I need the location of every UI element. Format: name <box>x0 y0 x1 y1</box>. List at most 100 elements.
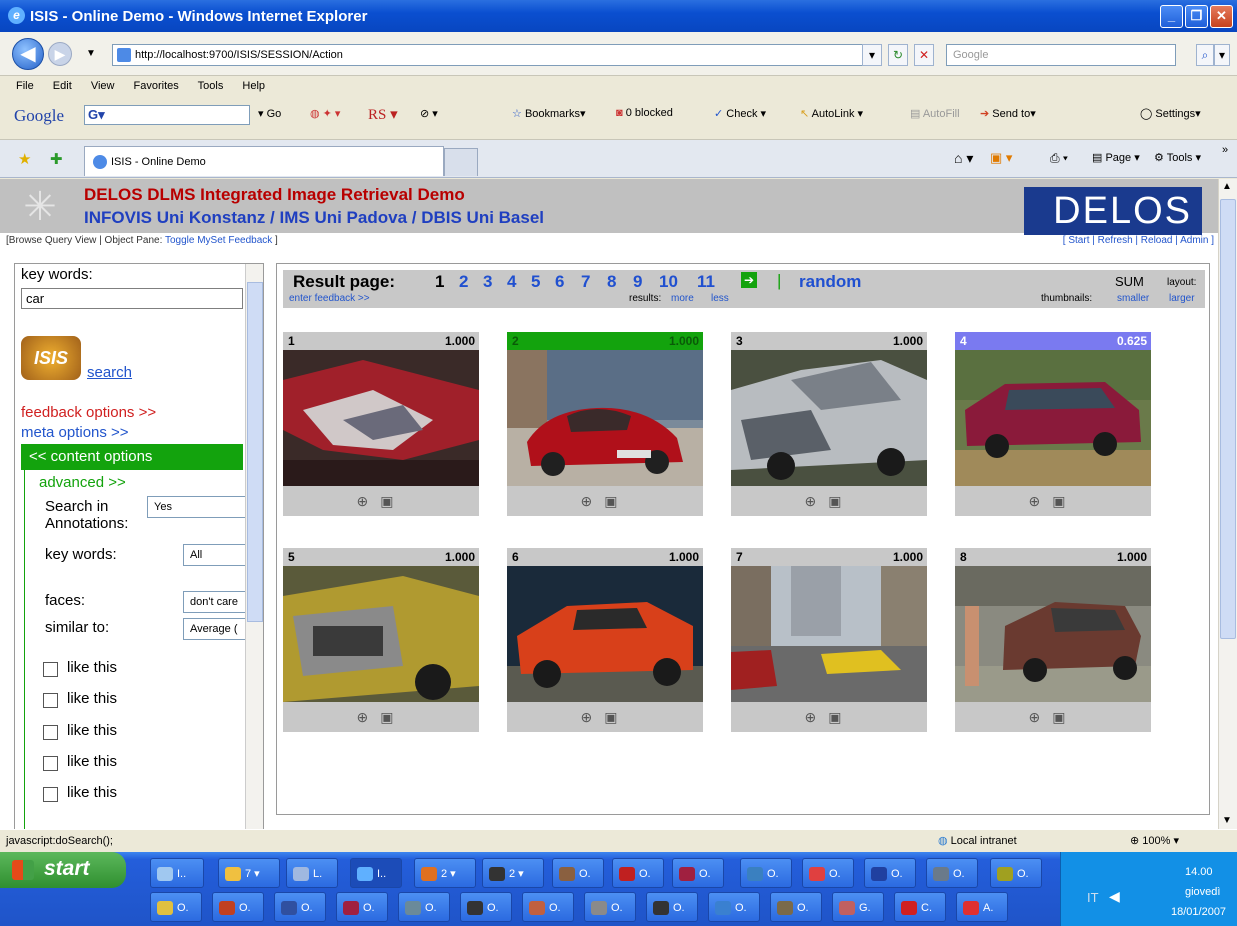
result-card[interactable]: 3 1.000 ⊕▣ <box>731 332 927 516</box>
scroll-up-icon[interactable]: ▲ <box>1222 181 1232 192</box>
taskbar-item[interactable]: O. <box>522 892 574 922</box>
like-this-checkbox[interactable] <box>43 756 58 771</box>
zoom-icon[interactable]: ⊕ <box>805 493 829 509</box>
taskbar-item-active[interactable]: I.. <box>350 858 402 888</box>
history-dropdown-icon[interactable]: ▼ <box>86 48 96 59</box>
tab-isis-online-demo[interactable]: ISIS - Online Demo <box>84 146 444 176</box>
back-button[interactable]: ◀ <box>12 38 44 70</box>
minimize-button[interactable]: _ <box>1160 5 1183 28</box>
page-link[interactable]: 1 <box>435 272 444 292</box>
page-scroll-thumb[interactable] <box>1220 199 1236 639</box>
send-to-button[interactable]: ➔ Send to▾ <box>980 107 1036 120</box>
page-link[interactable]: 10 <box>659 272 678 292</box>
autolink-button[interactable]: ↖ AutoLink ▾ <box>800 107 863 120</box>
taskbar-item[interactable]: O. <box>672 858 724 888</box>
share-button[interactable]: ⊘ ▾ <box>420 107 438 120</box>
tray-collapse-icon[interactable]: ◀ <box>1109 888 1120 905</box>
like-this-checkbox[interactable] <box>43 693 58 708</box>
page-link[interactable]: 11 <box>697 272 715 292</box>
taskbar-item[interactable]: L. <box>286 858 338 888</box>
smaller-link[interactable]: smaller <box>1117 293 1149 304</box>
similar-search-icon[interactable]: ▣ <box>1052 709 1077 725</box>
taskbar-item[interactable]: O. <box>612 858 664 888</box>
page-link[interactable]: 3 <box>483 272 492 292</box>
bookmarks-button[interactable]: ☆ Bookmarks▾ <box>512 107 586 120</box>
language-indicator[interactable]: IT <box>1087 890 1099 905</box>
less-link[interactable]: less <box>711 293 729 304</box>
taskbar-item[interactable]: A. <box>956 892 1008 922</box>
search-in-annotations-select[interactable]: Yes <box>147 496 247 518</box>
feeds-icon[interactable]: ▣ ▾ <box>990 150 1012 166</box>
content-options-header[interactable]: << content options <box>21 444 243 470</box>
toolbar-icons[interactable]: ◍ ✦ ▾ <box>310 107 340 120</box>
zoom-level[interactable]: ⊕ 100% ▾ <box>1130 834 1179 847</box>
result-card[interactable]: 7 1.000 ⊕▣ <box>731 548 927 732</box>
autofill-button[interactable]: ▤ AutoFill <box>910 107 960 120</box>
result-card[interactable]: 1 1.000 ⊕▣ <box>283 332 479 516</box>
random-link[interactable]: random <box>799 272 861 292</box>
menu-file[interactable]: File <box>16 80 34 92</box>
taskbar-item[interactable]: 2 ▾ <box>414 858 476 888</box>
taskbar-item[interactable]: O. <box>990 858 1042 888</box>
result-thumbnail[interactable] <box>283 566 479 702</box>
feedback-options-link[interactable]: feedback options >> <box>21 404 156 421</box>
browse-query-view-link[interactable]: [Browse Query View | Object Pane: <box>6 235 165 246</box>
zoom-icon[interactable]: ⊕ <box>1029 709 1053 725</box>
taskbar-item[interactable]: O. <box>398 892 450 922</box>
query-pane-scrollbar[interactable] <box>245 264 263 829</box>
taskbar-item[interactable]: O. <box>552 858 604 888</box>
next-page-icon[interactable]: ➔ <box>741 272 757 288</box>
result-thumbnail[interactable] <box>731 350 927 486</box>
meta-options-link[interactable]: meta options >> <box>21 424 129 441</box>
menu-edit[interactable]: Edit <box>53 80 72 92</box>
taskbar-item[interactable]: O. <box>864 858 916 888</box>
page-link[interactable]: 6 <box>555 272 564 292</box>
menu-tools[interactable]: Tools <box>198 80 224 92</box>
taskbar-item[interactable]: O. <box>708 892 760 922</box>
result-thumbnail[interactable] <box>507 566 703 702</box>
menu-help[interactable]: Help <box>242 80 265 92</box>
page-link[interactable]: 7 <box>581 272 590 292</box>
search-input[interactable]: Google <box>946 44 1176 66</box>
taskbar-item[interactable]: 2 ▾ <box>482 858 544 888</box>
like-this-checkbox[interactable] <box>43 662 58 677</box>
taskbar-item[interactable]: O. <box>584 892 636 922</box>
refresh-icon[interactable]: ↻ <box>888 44 908 66</box>
similar-search-icon[interactable]: ▣ <box>604 709 629 725</box>
similar-search-icon[interactable]: ▣ <box>828 493 853 509</box>
menu-favorites[interactable]: Favorites <box>134 80 179 92</box>
settings-button[interactable]: ◯ Settings▾ <box>1140 107 1201 120</box>
result-card[interactable]: 5 1.000 ⊕▣ <box>283 548 479 732</box>
like-this-checkbox[interactable] <box>43 725 58 740</box>
print-icon[interactable]: ⎙ ▾ <box>1050 151 1068 166</box>
similar-search-icon[interactable]: ▣ <box>604 493 629 509</box>
menu-view[interactable]: View <box>91 80 115 92</box>
search-icon[interactable]: ⌕ <box>1196 44 1214 66</box>
tools-menu-button[interactable]: ⚙ Tools ▾ <box>1154 151 1201 164</box>
result-thumbnail[interactable] <box>507 350 703 486</box>
result-thumbnail[interactable] <box>731 566 927 702</box>
taskbar-item[interactable]: G. <box>832 892 884 922</box>
search-options-button[interactable]: ▾ <box>1214 44 1230 66</box>
similar-search-icon[interactable]: ▣ <box>1052 493 1077 509</box>
more-link[interactable]: more <box>671 293 694 304</box>
result-card[interactable]: 8 1.000 ⊕▣ <box>955 548 1151 732</box>
google-search-input[interactable]: G▾ <box>84 105 250 125</box>
taskbar-item[interactable]: O. <box>740 858 792 888</box>
zoom-icon[interactable]: ⊕ <box>1029 493 1053 509</box>
taskbar-item[interactable]: O. <box>274 892 326 922</box>
faces-select[interactable]: don't care <box>183 591 247 613</box>
taskbar-item[interactable]: O. <box>802 858 854 888</box>
admin-links[interactable]: [ Start | Refresh | Reload | Admin ] <box>1063 235 1214 246</box>
query-pane-scroll-thumb[interactable] <box>247 282 263 622</box>
result-thumbnail[interactable] <box>955 566 1151 702</box>
page-link[interactable]: 8 <box>607 272 616 292</box>
page-scrollbar[interactable]: ▲ ▼ <box>1218 179 1237 829</box>
page-link[interactable]: 9 <box>633 272 642 292</box>
taskbar-item[interactable]: O. <box>770 892 822 922</box>
result-card[interactable]: 6 1.000 ⊕▣ <box>507 548 703 732</box>
spellcheck-button[interactable]: ✓ Check ▾ <box>714 107 766 120</box>
result-thumbnail[interactable] <box>283 350 479 486</box>
similar-search-icon[interactable]: ▣ <box>380 709 405 725</box>
taskbar-item[interactable]: O. <box>336 892 388 922</box>
